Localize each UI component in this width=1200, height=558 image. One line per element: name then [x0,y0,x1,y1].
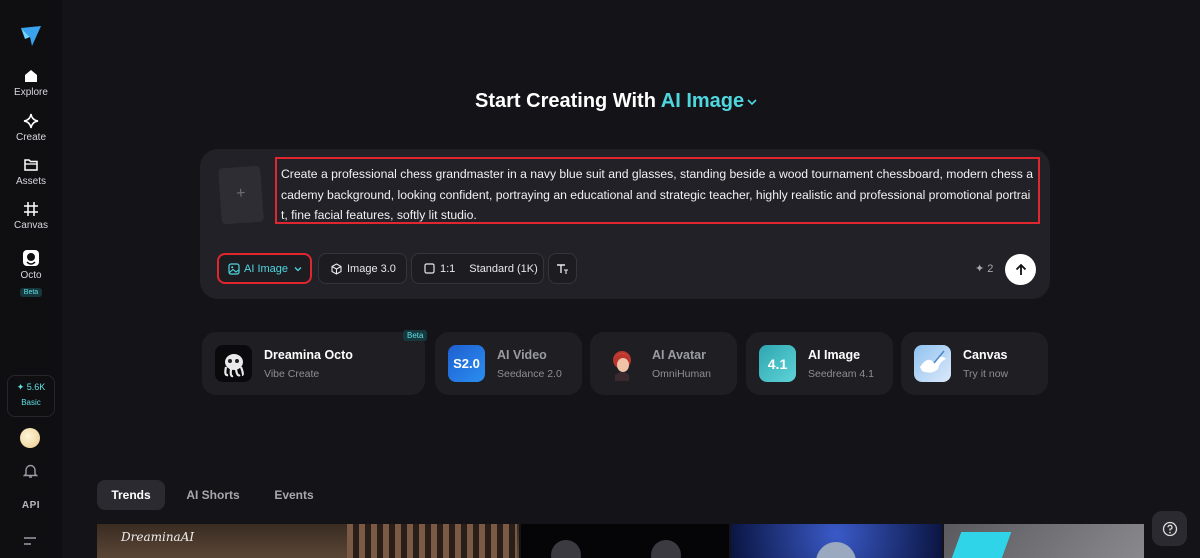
gallery-thumbnail-detail [651,540,681,558]
sidebar-item-label: Canvas [14,220,48,231]
dreamina-logo-icon[interactable] [19,24,43,48]
plan-label: Basic [21,398,41,407]
seedance-icon-text: S2.0 [453,356,480,371]
sidebar-item-create[interactable]: Create [0,113,62,143]
gallery-item[interactable] [944,524,1144,558]
gallery-item[interactable] [731,524,942,558]
folder-icon [24,159,38,171]
mode-select-button[interactable]: AI Image [217,253,312,284]
help-icon [1162,521,1177,536]
square-ratio-icon [424,263,435,274]
tool-name: AI Video [497,348,547,362]
creation-mode-label: AI Image [660,90,745,112]
avatar[interactable] [20,428,40,448]
tool-card-dreamina-octo[interactable]: Dreamina Octo Vibe Create Beta [202,330,428,395]
tool-name: Dreamina Octo [264,348,353,362]
text-style-button[interactable] [548,253,577,284]
avatar-character-icon [603,345,640,382]
arrow-up-icon [1015,263,1026,275]
canvas-icon [24,202,38,216]
reference-image-upload[interactable]: + [218,165,264,225]
sparkle-icon [23,113,39,129]
tool-card-ai-avatar[interactable]: AI Avatar OmniHuman [590,332,737,395]
aspect-ratio-button[interactable]: 1:1 Standard (1K) [411,253,544,284]
home-icon [25,70,37,82]
page-title: Start Creating With AI Image [475,90,758,113]
creation-mode-selector[interactable]: AI Image [661,90,758,112]
tool-subtitle: Seedream 4.1 [808,368,874,380]
title-prefix: Start Creating With [475,90,656,112]
generate-button[interactable] [1005,254,1036,285]
sidebar: Explore Create Assets Canvas Octo Beta ✦… [0,0,62,558]
octo-icon [23,250,39,266]
gallery-item[interactable]: DreaminaAI [97,524,519,558]
credits-badge[interactable]: ✦ 5.6K Basic [7,375,55,417]
tab-ai-shorts[interactable]: AI Shorts [178,480,248,510]
text-format-icon [557,263,568,274]
tool-card-ai-image[interactable]: 4.1 AI Image Seedream 4.1 [746,332,893,395]
chevron-down-icon [294,266,302,271]
sidebar-item-label: Assets [15,176,46,187]
prompt-input[interactable]: Create a professional chess grandmaster … [275,157,1040,224]
tool-name: AI Avatar [652,348,706,362]
tool-card-canvas[interactable]: Canvas Try it now [901,332,1048,395]
notification-bell-icon[interactable] [22,463,39,484]
plus-icon: + [235,184,247,203]
tool-name: AI Image [808,348,861,362]
tool-subtitle: Vibe Create [264,368,320,380]
seedream-icon-text: 4.1 [767,355,788,372]
tool-subtitle: OmniHuman [652,368,711,380]
model-select-button[interactable]: Image 3.0 [318,253,407,284]
gallery-thumbnail-detail [946,532,1012,558]
beta-badge: Beta [403,330,428,341]
api-link[interactable]: API [0,500,62,511]
sidebar-item-explore[interactable]: Explore [0,68,62,98]
cube-icon [331,262,342,275]
tool-card-ai-video[interactable]: S2.0 AI Video Seedance 2.0 [435,332,582,395]
seedance-icon: S2.0 [448,345,485,382]
sidebar-item-octo[interactable]: Octo Beta [0,249,62,299]
sidebar-item-label: Create [15,132,46,143]
sidebar-item-label: Octo [20,270,42,281]
sidebar-item-canvas[interactable]: Canvas [0,201,62,231]
tab-trends[interactable]: Trends [97,480,165,510]
tool-name: Canvas [963,348,1008,362]
gallery-watermark: DreaminaAI [121,530,195,544]
tab-events[interactable]: Events [265,480,323,510]
quality-label: Standard (1K) [469,262,538,275]
sidebar-item-assets[interactable]: Assets [0,157,62,187]
model-label: Image 3.0 [347,262,396,275]
beta-badge: Beta [19,288,43,297]
gallery-item[interactable] [521,524,729,558]
chevron-down-icon [747,99,757,105]
menu-icon[interactable] [23,533,37,551]
canvas-bird-icon [914,345,951,382]
ratio-label: 1:1 [440,262,456,275]
octo-mascot-icon [215,345,252,382]
tool-subtitle: Seedance 2.0 [497,368,562,380]
tool-subtitle: Try it now [963,368,1009,380]
help-button[interactable] [1152,511,1187,546]
gallery-thumbnail-detail [816,542,856,558]
sidebar-item-label: Explore [14,87,48,98]
credits-amount: ✦ 5.6K [16,382,46,392]
mode-label: AI Image [244,262,289,275]
gallery-thumbnail-detail [347,524,517,558]
gallery-thumbnail-detail [551,540,581,558]
credit-cost: ✦ 2 [975,263,994,275]
prompt-card: + Create a professional chess grandmaste… [200,149,1050,299]
seedream-icon: 4.1 [759,345,796,382]
image-icon [228,262,240,275]
